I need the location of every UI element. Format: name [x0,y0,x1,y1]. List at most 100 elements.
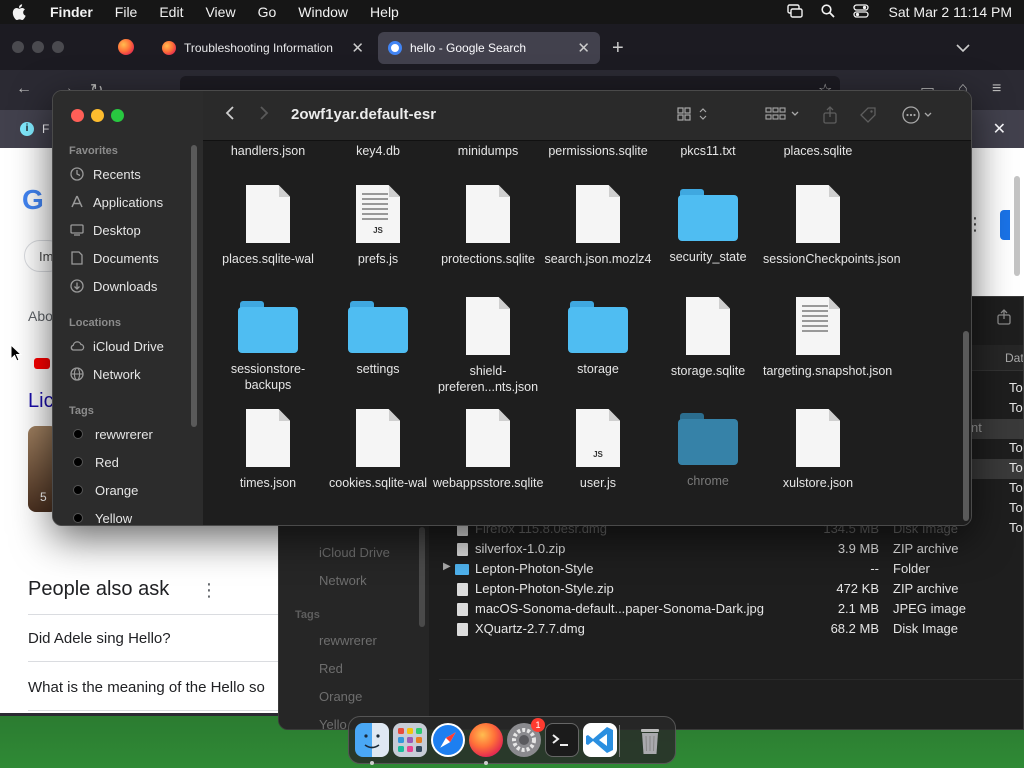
file-item[interactable]: sessionCheckpoints.json [763,185,901,267]
window-zoom-button[interactable] [111,109,124,122]
tab-google-search[interactable]: hello - Google Search ✕ [378,32,600,64]
menu-edit[interactable]: Edit [159,4,183,20]
file-item[interactable]: JS prefs.js [323,185,433,267]
sidebar-tag-yellow[interactable]: Yellow [69,507,132,525]
vscode-dock-icon[interactable] [583,723,617,757]
question-item[interactable]: What is the meaning of the Hello so [28,679,265,696]
page-scrollbar[interactable] [1014,176,1020,276]
back-arrow-icon[interactable]: ← [16,80,32,98]
file-row[interactable]: macOS-Sonoma-default...paper-Sonoma-Dark… [439,599,1023,619]
sidebar-tag-orange[interactable]: Orange [319,689,362,704]
group-by-icon[interactable] [765,106,801,126]
safari-dock-icon[interactable] [431,723,465,757]
file-item[interactable]: protections.sqlite [433,185,543,267]
file-item[interactable]: times.json [213,409,323,491]
sidebar-item-applications[interactable]: Applications [69,191,163,213]
menu-file[interactable]: File [115,4,138,20]
more-options-icon[interactable]: ⋮ [200,580,218,601]
finder-dock-icon[interactable] [355,723,389,757]
disclosure-triangle-icon[interactable]: ▶ [443,561,451,572]
forward-chevron-icon[interactable] [259,105,269,126]
tab-close-icon[interactable]: ✕ [351,39,364,57]
firefox-dock-icon[interactable] [469,723,503,757]
sidebar-scrollbar[interactable] [191,145,197,427]
system-settings-dock-icon[interactable]: 1 [507,718,545,757]
more-actions-icon[interactable] [901,106,937,128]
file-item[interactable]: webappsstore.sqlite [433,409,543,491]
file-item[interactable]: cookies.sqlite-wal [323,409,433,491]
file-item[interactable]: places.sqlite-wal [213,185,323,267]
file-item[interactable]: key4.db [323,143,433,159]
file-item[interactable]: handlers.json [213,143,323,159]
sidebar-item-icloud-drive[interactable]: iCloud Drive [69,335,164,357]
sidebar-tag-rewwrerer[interactable]: rewwrerer [69,423,153,445]
share-icon[interactable] [823,106,837,128]
file-item[interactable]: chrome [653,409,763,489]
file-item[interactable]: storage.sqlite [653,297,763,379]
file-item[interactable]: permissions.sqlite [543,143,653,159]
sidebar-tag-red[interactable]: Red [69,451,119,473]
sidebar-item-documents[interactable]: Documents [69,247,159,269]
sidebar-tag-orange[interactable]: Orange [69,479,138,501]
tab-close-icon[interactable]: ✕ [577,39,590,57]
sidebar-tag-rewwrerer[interactable]: rewwrerer [319,633,377,648]
sidebar-item-desktop[interactable]: Desktop [69,219,141,241]
sidebar-tag-red[interactable]: Red [319,661,343,676]
file-item[interactable]: targeting.snapshot.json [763,297,892,379]
new-tab-button[interactable]: + [612,37,624,60]
apple-icon[interactable] [12,4,28,20]
menu-go[interactable]: Go [258,4,277,20]
menu-help[interactable]: Help [370,4,399,20]
file-row[interactable]: Lepton-Photon-Style.zip 472 KB ZIP archive [439,579,1023,599]
sidebar-item-network[interactable]: Network [69,363,141,385]
control-center-icon[interactable] [852,3,869,21]
question-item[interactable]: Did Adele sing Hello? [28,630,171,647]
window-minimize-button[interactable] [91,109,104,122]
file-item[interactable]: sessionstore-backups [213,297,323,393]
file-item[interactable]: JS user.js [543,409,653,491]
file-item[interactable]: xulstore.json [763,409,873,491]
google-logo[interactable]: G [22,184,44,216]
back-chevron-icon[interactable] [225,105,235,126]
window-close-button[interactable] [12,41,24,53]
file-item[interactable]: search.json.mozlz4 [543,185,653,267]
icon-view-toggle-icon[interactable] [677,106,709,126]
spotlight-search-icon[interactable] [820,3,835,21]
terminal-dock-icon[interactable] [545,723,579,757]
file-item[interactable]: settings [323,297,433,377]
menu-app-name[interactable]: Finder [50,4,93,20]
launchpad-dock-icon[interactable] [393,723,427,757]
column-date-modified[interactable]: Dat [1005,351,1023,365]
file-item[interactable]: pkcs11.txt [653,143,763,159]
file-row[interactable]: silverfox-1.0.zip 3.9 MB ZIP archive [439,539,1023,559]
tab-troubleshooting[interactable]: Troubleshooting Information ✕ [152,32,374,64]
trash-dock-icon[interactable] [633,723,667,757]
sign-in-button[interactable] [1000,210,1010,240]
file-item[interactable]: storage [543,297,653,377]
file-row[interactable]: ▶ Lepton-Photon-Style -- Folder [439,559,1023,579]
hamburger-menu-icon[interactable]: ≡ [992,80,1001,98]
sidebar-item-icloud-drive[interactable]: iCloud Drive [319,545,390,560]
file-row[interactable]: XQuartz-2.7.7.dmg 68.2 MB Disk Image [439,619,1023,639]
window-zoom-button[interactable] [52,41,64,53]
screen-mirroring-icon[interactable] [786,3,803,21]
file-item[interactable]: minidumps [433,143,543,159]
sidebar-item-recents[interactable]: Recents [69,163,141,185]
file-item[interactable]: places.sqlite [763,143,873,159]
content-scrollbar[interactable] [963,331,969,521]
result-link[interactable]: Lic [28,390,54,413]
window-close-button[interactable] [71,109,84,122]
window-minimize-button[interactable] [32,41,44,53]
list-all-tabs-icon[interactable] [956,40,970,58]
sidebar-tag-yellow[interactable]: Yello [319,717,347,729]
sidebar-item-network[interactable]: Network [319,573,367,588]
share-icon[interactable] [997,309,1011,330]
sidebar-scrollbar[interactable] [419,527,425,627]
tag-icon[interactable] [859,106,877,128]
firefox-pinned-tab-icon[interactable] [118,39,134,55]
file-item[interactable]: shield-preferen...nts.json [433,297,543,395]
file-item[interactable]: security_state [653,185,763,265]
menu-view[interactable]: View [205,4,235,20]
menu-clock[interactable]: Sat Mar 2 11:14 PM [889,4,1012,20]
notification-close-icon[interactable]: ✕ [993,119,1006,139]
